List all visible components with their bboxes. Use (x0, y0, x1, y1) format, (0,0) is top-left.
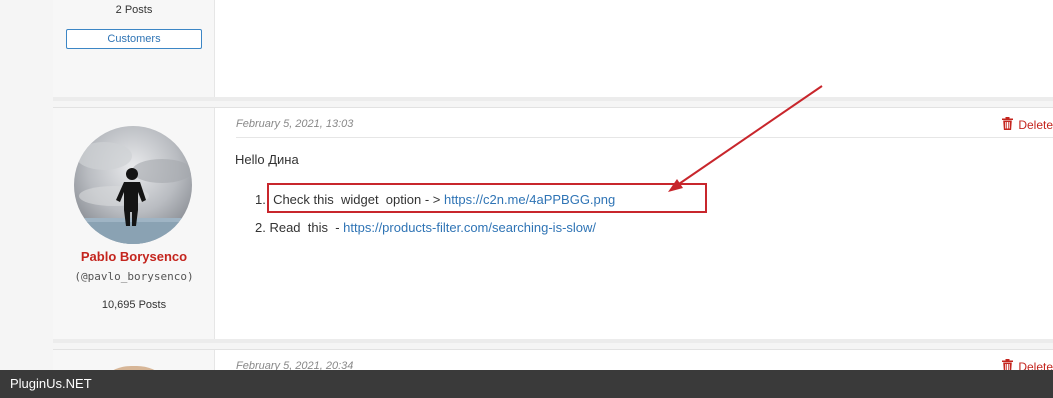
customers-role-button[interactable]: Customers (66, 29, 202, 49)
author-post-count: 2 Posts (115, 4, 153, 16)
avatar[interactable] (74, 126, 192, 244)
footer-brand[interactable]: PluginUs.NET (10, 376, 92, 391)
post-date: February 5, 2021, 13:03 (236, 118, 354, 130)
forum-replies: 2 Posts Customers Pablo Borysenco (@pavl… (53, 0, 1053, 398)
post-greeting: Hello Дина (235, 152, 299, 167)
date-divider (236, 137, 1053, 138)
trash-icon (1002, 117, 1014, 133)
author-name[interactable]: Pablo Borysenco (53, 249, 215, 264)
list-item: 2. Read this - https://products-filter.c… (255, 220, 596, 235)
annotation-highlight-box (267, 183, 707, 213)
list-item-text: 2. Read this - (255, 220, 344, 235)
reply-separator (53, 97, 1053, 101)
reply-content (215, 0, 1053, 100)
author-handle: (@pavlo_borysenco) (74, 270, 194, 283)
author-post-count: 10,695 Posts (101, 299, 167, 311)
reply-2: Pablo Borysenco (@pavlo_borysenco) 10,69… (53, 107, 1053, 340)
delete-label: Delete (1018, 118, 1053, 132)
reply-author-panel: 2 Posts Customers (53, 0, 215, 100)
reply-content: February 5, 2021, 13:03 Delete Hello Дин… (215, 108, 1053, 340)
reply-author-panel: Pablo Borysenco (@pavlo_borysenco) 10,69… (53, 108, 215, 340)
delete-link[interactable]: Delete (1002, 117, 1053, 133)
docs-link[interactable]: https://products-filter.com/searching-is… (343, 220, 596, 235)
reply-separator (53, 339, 1053, 343)
footer-bar: PluginUs.NET (0, 370, 1053, 398)
reply-1: 2 Posts Customers (53, 0, 1053, 100)
avatar-image (74, 126, 192, 244)
